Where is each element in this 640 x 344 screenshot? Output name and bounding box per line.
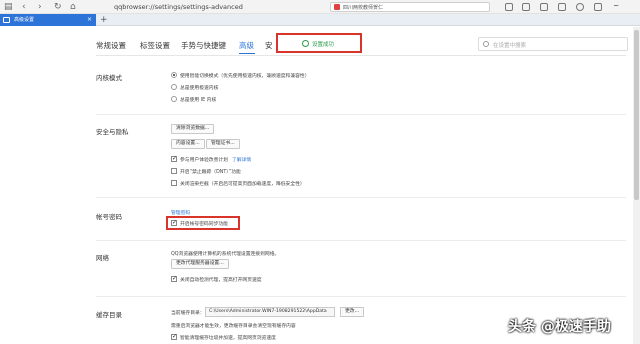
radio-smart-kernel[interactable] [171, 72, 177, 78]
tab-gestures[interactable]: 手势与快捷键 [181, 40, 226, 51]
proxy-settings-button[interactable]: 更改代理服务器设置... [171, 259, 229, 269]
favorites-icon[interactable] [558, 3, 566, 11]
watermark-text: 头条 @极速手助 [508, 319, 611, 335]
radio-label-smart: 使用智能切换模式（优先使用极速内核，兼顾速度和兼容性） [180, 74, 310, 79]
clear-data-button[interactable]: 清除浏览数据... [171, 124, 215, 134]
tab-bar [0, 14, 640, 26]
cache-path-field[interactable]: C:\Users\Administrator.WIN7-1908291522\A… [205, 307, 335, 317]
label-ux-plan: 参与用户体验改善计划 [180, 158, 228, 163]
section-divider [96, 114, 626, 115]
content-settings-button[interactable]: 内容设置... [171, 139, 205, 149]
radio-label-speed: 总是使用极速内核 [180, 86, 219, 91]
close-tab-icon[interactable]: × [87, 14, 92, 26]
reload-icon[interactable]: ↻ [54, 2, 62, 12]
address-bar[interactable]: qqbrowser://settings/settings-advanced [114, 3, 243, 11]
label-render-block: 关闭渲染拦截（开启后可提高页面加载速度，降低安全性） [180, 182, 305, 187]
settings-search-input[interactable]: 在设置中搜索 [478, 37, 628, 51]
history-icon[interactable] [540, 3, 548, 11]
section-divider [96, 240, 626, 241]
check-circle-icon [302, 40, 309, 47]
browser-search-box[interactable]: 四川两校教师贺仁 [330, 2, 490, 12]
checkbox-render-block[interactable] [171, 180, 177, 186]
section-title-cache: 缓存目录 [96, 311, 122, 319]
tab-title: 高级设置 [14, 17, 35, 23]
success-toast: 设置成功 [276, 33, 362, 53]
search-icon [483, 41, 489, 47]
settings-search-placeholder: 在设置中搜索 [493, 43, 527, 49]
section-divider [96, 296, 626, 297]
section-divider [96, 197, 626, 198]
download-icon[interactable] [522, 3, 530, 11]
extension-icon[interactable] [505, 3, 513, 11]
radio-label-ie: 总是使用 IE 内核 [180, 98, 217, 103]
tab-advanced[interactable]: 高级 [239, 40, 254, 51]
manage-password-link[interactable]: 管理密码 [171, 209, 190, 216]
account-icon[interactable] [576, 3, 584, 11]
section-title-password: 帐号密码 [96, 213, 122, 221]
learn-more-link[interactable]: 了解详情 [232, 156, 251, 163]
forward-icon[interactable]: › [38, 2, 42, 12]
radio-ie-kernel[interactable] [171, 96, 177, 102]
settings-menu-icon[interactable] [594, 3, 602, 11]
active-tab-indicator [239, 53, 255, 54]
cache-current-label: 当前缓存目录： [171, 311, 205, 316]
change-cache-button[interactable]: 更改... [340, 307, 365, 317]
search-engine-icon [334, 4, 340, 10]
radio-speed-kernel[interactable] [171, 84, 177, 90]
manage-certificates-button[interactable]: 管理证书... [206, 139, 240, 149]
menu-icon[interactable]: ▤ [4, 2, 13, 12]
checkbox-ux-plan[interactable] [171, 155, 177, 162]
settings-page-icon [3, 17, 10, 23]
label-smart-cache: 智能清理缓存垃圾并加速，提高网页浏览速度 [180, 336, 276, 341]
home-icon[interactable]: ⌂ [70, 2, 76, 12]
section-title-kernel: 内核模式 [96, 74, 122, 82]
scrollbar-thumb[interactable] [634, 30, 639, 200]
toast-text: 设置成功 [312, 42, 335, 48]
tab-tabs[interactable]: 标签设置 [140, 40, 170, 51]
label-password-sync: 开启帐号密码同步功能 [180, 222, 228, 227]
tab-general[interactable]: 常规设置 [96, 40, 126, 51]
tab-security[interactable]: 安 [265, 40, 273, 51]
new-tab-button[interactable]: + [100, 14, 108, 26]
browser-search-text: 四川两校教师贺仁 [343, 5, 384, 11]
tab-advanced-settings[interactable]: 高级设置 × [0, 14, 96, 26]
section-title-privacy: 安全与隐私 [96, 128, 129, 136]
network-description: QQ浏览器使用计算机的系统代理设置连接到网络。 [171, 252, 280, 257]
label-dnt: 开启“禁止跟踪（DNT）”功能 [180, 170, 241, 175]
checkbox-smart-cache[interactable] [171, 333, 177, 340]
nav-divider [96, 55, 626, 56]
section-title-network: 网络 [96, 254, 109, 262]
checkbox-auto-proxy[interactable] [171, 275, 177, 282]
cache-note: 需重启浏览器才能生效，更改缓存目录会清空现有缓存内容 [171, 324, 296, 329]
checkbox-dnt[interactable] [171, 168, 177, 174]
label-auto-proxy: 关闭自动检测代理，提高打开网页速度 [180, 278, 262, 283]
back-icon[interactable]: ‹ [22, 2, 26, 12]
checkbox-password-sync[interactable] [171, 219, 177, 226]
minimize-icon[interactable]: ─ [614, 2, 622, 10]
